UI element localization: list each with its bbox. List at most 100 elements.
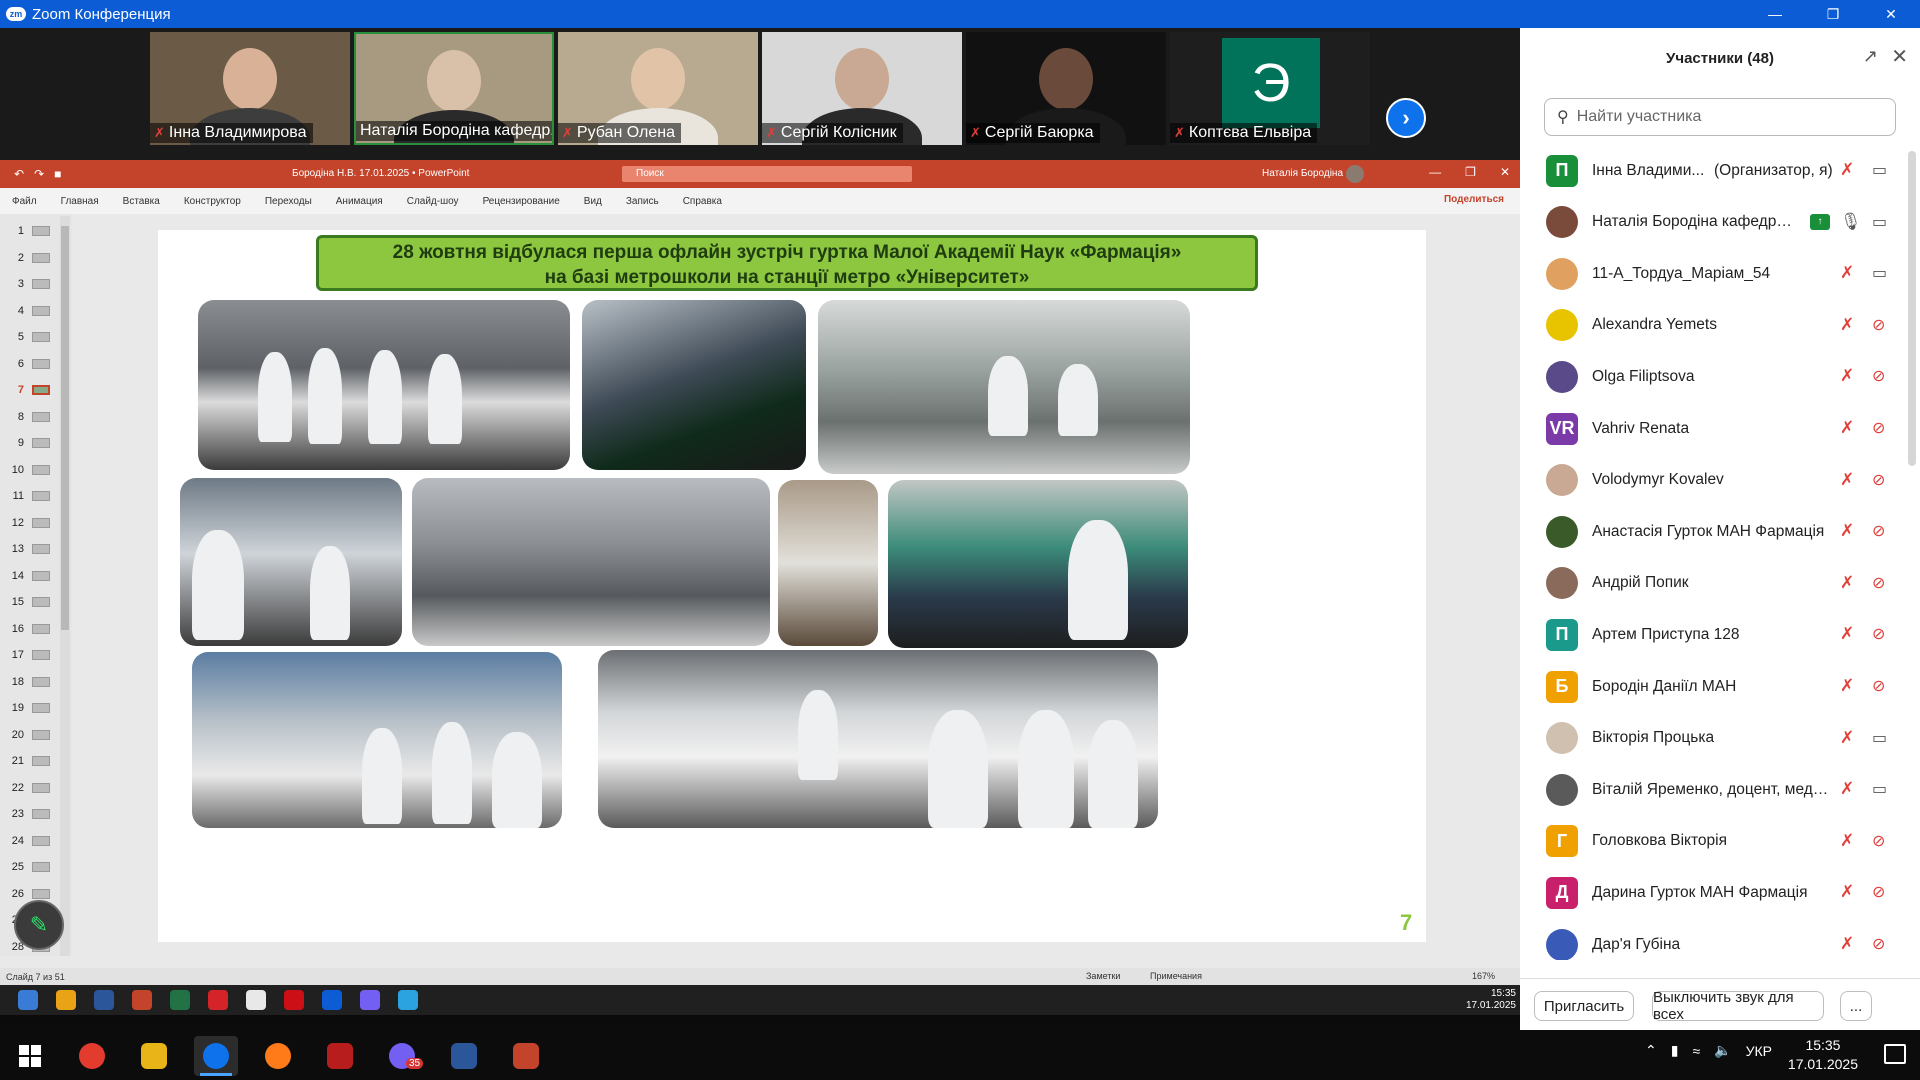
- popout-icon[interactable]: ↗: [1863, 46, 1878, 67]
- slide-thumbnail[interactable]: 23: [6, 801, 64, 827]
- slide-thumbnail[interactable]: 21: [6, 748, 64, 774]
- ppt-share-button[interactable]: Поделиться: [1444, 194, 1504, 205]
- slide-thumbnail[interactable]: 17: [6, 642, 64, 668]
- zoom-app[interactable]: [194, 1036, 238, 1076]
- video-tile-active-speaker[interactable]: Наталія Бородіна кафедр...: [354, 32, 554, 145]
- powerpoint-app[interactable]: [504, 1036, 548, 1076]
- mute-all-button[interactable]: Выключить звук для всех: [1652, 989, 1824, 1023]
- participant-row[interactable]: Olga Filiptsova ✗ ⊘: [1520, 351, 1904, 402]
- muted-mic-icon[interactable]: ✗: [1840, 366, 1854, 386]
- camera-icon[interactable]: ▭: [1872, 263, 1887, 283]
- camera-off-icon[interactable]: ⊘: [1872, 882, 1885, 902]
- windows-start-button[interactable]: [8, 1036, 52, 1076]
- slide-thumbnail[interactable]: 14: [6, 563, 64, 589]
- participant-row[interactable]: Г Головкова Вікторія ✗ ⊘: [1520, 816, 1904, 867]
- muted-mic-icon[interactable]: ✗: [1840, 315, 1854, 335]
- firefox-app[interactable]: [256, 1036, 300, 1076]
- slide-thumbnail[interactable]: 11: [6, 483, 64, 509]
- participant-row[interactable]: Анастасія Гурток МАН Фармація ✗ ⊘: [1520, 506, 1904, 557]
- muted-mic-icon[interactable]: ✗: [1840, 263, 1854, 283]
- camera-off-icon[interactable]: ⊘: [1872, 366, 1885, 386]
- participant-row[interactable]: Volodymyr Kovalev ✗ ⊘: [1520, 455, 1904, 506]
- ppt-restore-icon[interactable]: ❐: [1465, 165, 1476, 179]
- muted-mic-icon[interactable]: ✗: [1840, 573, 1854, 593]
- camera-icon[interactable]: ▭: [1872, 160, 1887, 180]
- slide-thumbnail[interactable]: 24: [6, 828, 64, 854]
- ppt-menu-item[interactable]: Файл: [12, 196, 37, 207]
- ppt-menu-item[interactable]: Конструктор: [184, 196, 241, 207]
- video-tile[interactable]: ✗ Інна Владимирова: [150, 32, 350, 145]
- participant-row[interactable]: Д Дарина Гурток МАН Фармація ✗ ⊘: [1520, 867, 1904, 918]
- invite-button[interactable]: Пригласить: [1534, 991, 1634, 1021]
- restore-button[interactable]: ❐: [1804, 0, 1862, 28]
- participant-row[interactable]: Дар'я Губіна ✗ ⊘: [1520, 919, 1904, 960]
- slide-thumbnail[interactable]: 13: [6, 536, 64, 562]
- undo-icon[interactable]: ↶: [14, 167, 24, 181]
- ppt-menu-item[interactable]: Вид: [584, 196, 602, 207]
- annotate-pen-button[interactable]: ✎: [14, 900, 64, 950]
- slide-thumbnail[interactable]: 3: [6, 271, 64, 297]
- camera-off-icon[interactable]: ⊘: [1872, 831, 1885, 851]
- ppt-menu-item[interactable]: Главная: [61, 196, 99, 207]
- muted-mic-icon[interactable]: ✗: [1840, 676, 1854, 696]
- slide-thumbnail[interactable]: 2: [6, 245, 64, 271]
- slide-thumbnail[interactable]: 9: [6, 430, 64, 456]
- ppt-menu-item[interactable]: Переходы: [265, 196, 312, 207]
- battery-icon[interactable]: ▮: [1671, 1042, 1679, 1059]
- participants-scrollbar[interactable]: [1908, 151, 1916, 466]
- ppt-menu-item[interactable]: Слайд-шоу: [407, 196, 459, 207]
- language-indicator[interactable]: УКР: [1746, 1043, 1772, 1059]
- camera-off-icon[interactable]: ⊘: [1872, 573, 1885, 593]
- camera-off-icon[interactable]: ⊘: [1872, 470, 1885, 490]
- muted-mic-icon[interactable]: ✗: [1840, 831, 1854, 851]
- comments-button[interactable]: Примечания: [1150, 971, 1202, 981]
- camera-off-icon[interactable]: ⊘: [1872, 624, 1885, 644]
- slide-thumbnail[interactable]: 4: [6, 298, 64, 324]
- participant-row[interactable]: Віталій Яременко, доцент, медх... ✗ ▭: [1520, 764, 1904, 815]
- muted-mic-icon[interactable]: ✗: [1840, 470, 1854, 490]
- slide-thumbnail[interactable]: 25: [6, 854, 64, 880]
- slide-thumbnail[interactable]: 19: [6, 695, 64, 721]
- participant-search-input[interactable]: ⚲ Найти участника: [1544, 98, 1896, 136]
- ppt-menu-item[interactable]: Анимация: [336, 196, 383, 207]
- muted-mic-icon[interactable]: ✗: [1840, 624, 1854, 644]
- participant-row[interactable]: VR Vahriv Renata ✗ ⊘: [1520, 403, 1904, 454]
- camera-icon[interactable]: ▭: [1872, 212, 1887, 232]
- slide-thumbnail[interactable]: 18: [6, 669, 64, 695]
- ppt-menu-item[interactable]: Вставка: [123, 196, 160, 207]
- camera-off-icon[interactable]: ⊘: [1872, 521, 1885, 541]
- slide-thumbnail[interactable]: 5: [6, 324, 64, 350]
- ppt-search-box[interactable]: Поиск: [622, 166, 912, 182]
- participant-row[interactable]: Наталія Бородіна кафедра ... ↑ 🎙 ▭: [1520, 197, 1904, 248]
- participant-row[interactable]: П Артем Приступа 128 ✗ ⊘: [1520, 609, 1904, 660]
- slide-thumbnail[interactable]: 1: [6, 218, 64, 244]
- zoom-level[interactable]: 167%: [1472, 971, 1495, 981]
- chrome-app[interactable]: [70, 1036, 114, 1076]
- mic-icon[interactable]: 🎙: [1840, 212, 1862, 232]
- participant-row[interactable]: Вікторія Процька ✗ ▭: [1520, 713, 1904, 764]
- chevron-up-icon[interactable]: ⌃: [1645, 1042, 1657, 1059]
- camera-icon[interactable]: ▭: [1872, 728, 1887, 748]
- camera-off-icon[interactable]: ⊘: [1872, 676, 1885, 696]
- taskbar-clock[interactable]: 15:35 17.01.2025: [1788, 1036, 1858, 1074]
- slide-thumbnail[interactable]: 8: [6, 404, 64, 430]
- notification-icon[interactable]: [1884, 1044, 1906, 1064]
- camera-icon[interactable]: ▭: [1872, 779, 1887, 799]
- muted-mic-icon[interactable]: ✗: [1840, 779, 1854, 799]
- ppt-menu-item[interactable]: Запись: [626, 196, 659, 207]
- participant-row[interactable]: 11-А_Тордуа_Маріам_54 ✗ ▭: [1520, 248, 1904, 299]
- viber-app[interactable]: 35: [380, 1036, 424, 1076]
- ppt-menu-item[interactable]: Рецензирование: [483, 196, 560, 207]
- camera-off-icon[interactable]: ⊘: [1872, 934, 1885, 954]
- slide-thumbnail[interactable]: 22: [6, 775, 64, 801]
- camera-off-icon[interactable]: ⊘: [1872, 315, 1885, 335]
- next-page-button[interactable]: ›: [1386, 98, 1426, 138]
- save-icon[interactable]: ■: [54, 167, 61, 181]
- camera-off-icon[interactable]: ⊘: [1872, 418, 1885, 438]
- slide-thumbnail[interactable]: 6: [6, 351, 64, 377]
- participant-row[interactable]: П Інна Владими... (Организатор, я) ✗ ▭: [1520, 145, 1904, 196]
- redo-icon[interactable]: ↷: [34, 167, 44, 181]
- close-button[interactable]: ✕: [1862, 0, 1920, 28]
- muted-mic-icon[interactable]: ✗: [1840, 728, 1854, 748]
- slide-thumbnail[interactable]: 10: [6, 457, 64, 483]
